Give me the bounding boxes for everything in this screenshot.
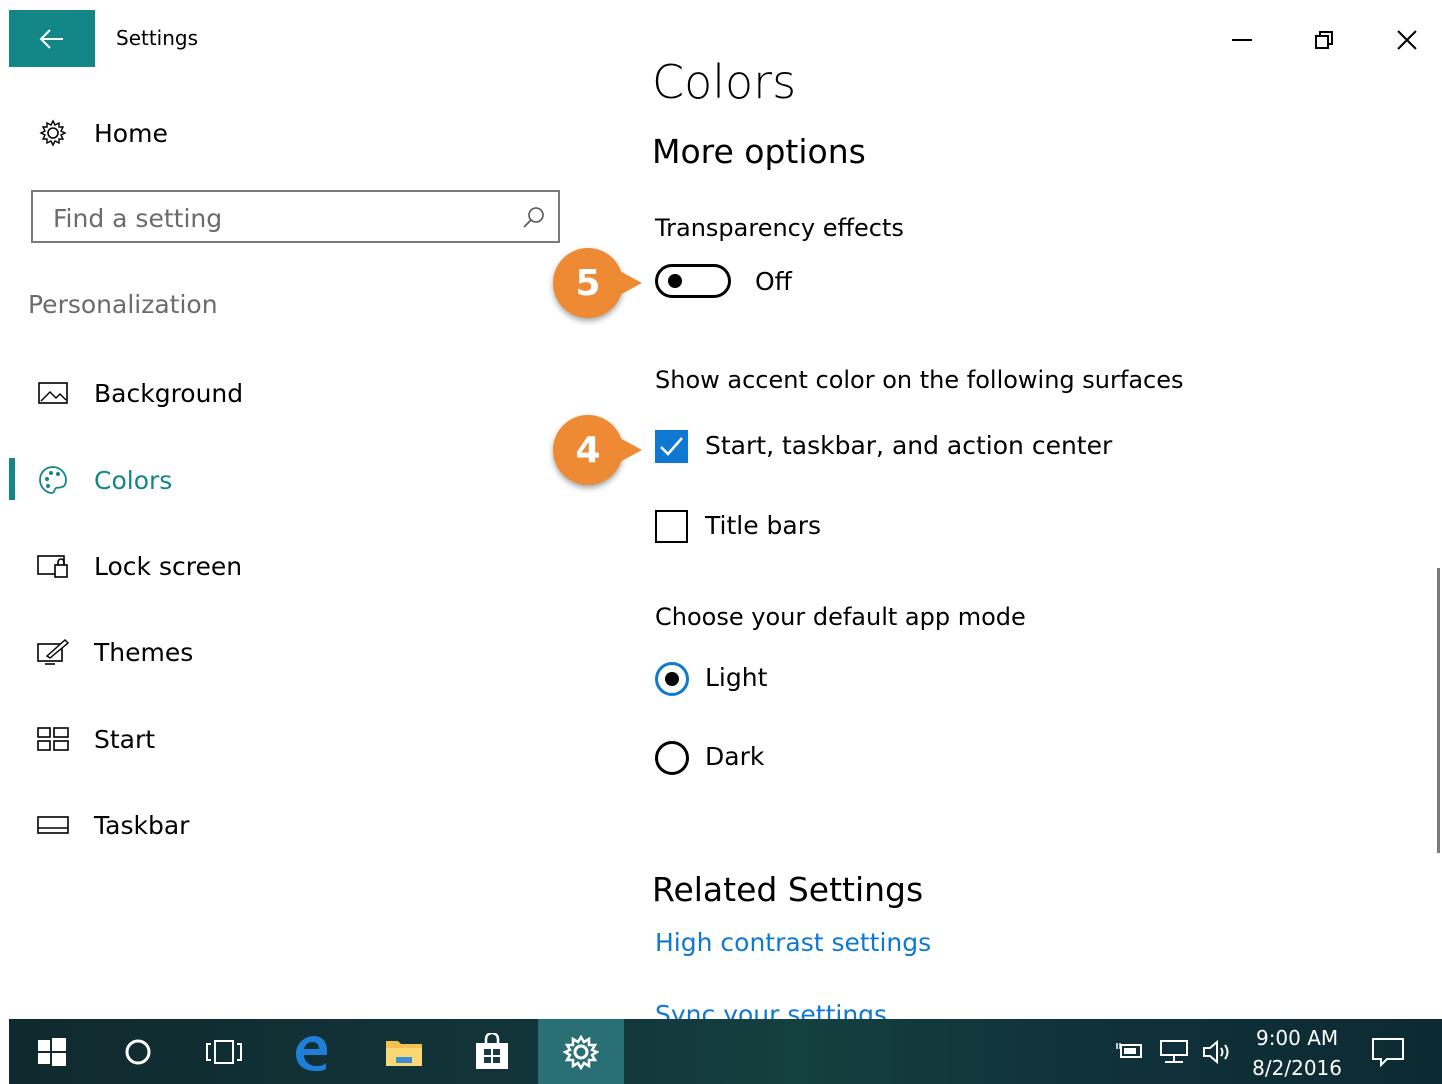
clock-date: 8/2/2016 bbox=[1252, 1056, 1342, 1080]
network-icon[interactable] bbox=[1159, 1039, 1191, 1069]
palette-icon bbox=[37, 464, 69, 496]
cortana-button[interactable] bbox=[95, 1019, 181, 1084]
section-label: Personalization bbox=[28, 290, 218, 319]
checkmark-icon bbox=[660, 437, 683, 456]
callout-badge: 5 bbox=[553, 248, 623, 318]
sidebar-item-lock-screen[interactable]: Lock screen bbox=[9, 538, 609, 594]
edge-icon bbox=[296, 1035, 327, 1071]
sidebar-item-label: Start bbox=[94, 724, 156, 754]
folder-icon bbox=[386, 1040, 422, 1066]
nav-home-label: Home bbox=[94, 118, 168, 148]
cortana-circle-icon bbox=[125, 1039, 151, 1064]
lock-screen-icon bbox=[37, 550, 69, 582]
file-explorer-button[interactable] bbox=[361, 1019, 447, 1084]
windows-logo-icon bbox=[38, 1037, 66, 1066]
checkbox-label: Title bars bbox=[705, 511, 822, 540]
search-input[interactable] bbox=[51, 200, 515, 236]
sidebar-item-taskbar[interactable]: Taskbar bbox=[9, 797, 609, 853]
link-high-contrast[interactable]: High contrast settings bbox=[655, 928, 931, 957]
app-title: Settings bbox=[116, 26, 199, 50]
start-button[interactable] bbox=[9, 1019, 95, 1084]
sidebar-item-label: Colors bbox=[94, 465, 173, 495]
gear-icon bbox=[563, 1034, 599, 1070]
accent-surfaces-label: Show accent color on the following surfa… bbox=[655, 366, 1184, 394]
page-title: Colors bbox=[652, 55, 797, 109]
radio-label: Dark bbox=[705, 742, 765, 771]
sidebar-item-background[interactable]: Background bbox=[9, 365, 609, 421]
back-arrow-icon bbox=[39, 28, 63, 49]
settings-taskbar-button[interactable] bbox=[538, 1019, 624, 1084]
toggle-state-label: Off bbox=[755, 267, 792, 296]
taskbar-clock[interactable]: 9:00 AM 8/2/2016 bbox=[1252, 1023, 1342, 1083]
transparency-label: Transparency effects bbox=[655, 214, 904, 242]
task-view-button[interactable] bbox=[181, 1019, 267, 1084]
scrollbar-thumb[interactable] bbox=[1437, 568, 1440, 853]
callout-badge: 4 bbox=[553, 415, 623, 485]
checkbox-title-bars[interactable] bbox=[655, 510, 688, 543]
volume-icon[interactable] bbox=[1201, 1039, 1233, 1069]
minimize-button[interactable] bbox=[1216, 20, 1268, 60]
start-tiles-icon bbox=[37, 723, 69, 755]
minimize-icon bbox=[1232, 39, 1252, 41]
restore-icon bbox=[1315, 31, 1333, 49]
taskbar-icon bbox=[37, 809, 69, 841]
related-settings-heading: Related Settings bbox=[652, 870, 924, 909]
close-button[interactable] bbox=[1381, 20, 1433, 60]
sidebar-item-label: Lock screen bbox=[94, 551, 243, 581]
action-center-icon[interactable] bbox=[1371, 1037, 1405, 1071]
clock-time: 9:00 AM bbox=[1255, 1026, 1339, 1050]
close-icon bbox=[1397, 30, 1417, 50]
sidebar-item-label: Taskbar bbox=[94, 810, 190, 840]
checkbox-start-taskbar[interactable] bbox=[655, 430, 688, 463]
back-button[interactable] bbox=[9, 10, 95, 67]
themes-icon bbox=[37, 636, 69, 668]
radio-dark[interactable] bbox=[655, 741, 689, 775]
section-heading: More options bbox=[652, 132, 866, 171]
taskbar: 9:00 AM 8/2/2016 bbox=[9, 1019, 1442, 1084]
sidebar-item-start[interactable]: Start bbox=[9, 711, 609, 767]
radio-light[interactable] bbox=[655, 662, 689, 696]
radio-dot bbox=[665, 672, 679, 686]
store-button[interactable] bbox=[449, 1019, 535, 1084]
restore-button[interactable] bbox=[1298, 20, 1350, 60]
nav-home[interactable]: Home bbox=[9, 105, 609, 161]
link-sync-settings[interactable]: Sync your settings bbox=[655, 1000, 887, 1019]
sidebar-item-themes[interactable]: Themes bbox=[9, 624, 609, 680]
picture-icon bbox=[37, 377, 69, 409]
app-mode-label: Choose your default app mode bbox=[655, 603, 1026, 631]
power-battery-icon[interactable] bbox=[1115, 1039, 1145, 1067]
edge-browser-button[interactable] bbox=[267, 1019, 353, 1084]
sidebar-item-label: Background bbox=[94, 378, 244, 408]
transparency-toggle[interactable] bbox=[655, 264, 731, 298]
gear-icon bbox=[37, 117, 69, 149]
sidebar-item-label: Themes bbox=[94, 637, 194, 667]
sidebar-item-colors[interactable]: Colors bbox=[9, 452, 609, 508]
search-field[interactable] bbox=[31, 190, 560, 243]
search-icon[interactable] bbox=[522, 205, 546, 233]
callout-pointer bbox=[618, 270, 642, 296]
checkbox-label: Start, taskbar, and action center bbox=[705, 431, 1113, 460]
radio-label: Light bbox=[705, 663, 768, 692]
store-bag-icon bbox=[476, 1032, 508, 1069]
task-view-icon bbox=[206, 1039, 242, 1064]
callout-pointer bbox=[618, 437, 642, 463]
toggle-knob bbox=[668, 274, 682, 288]
